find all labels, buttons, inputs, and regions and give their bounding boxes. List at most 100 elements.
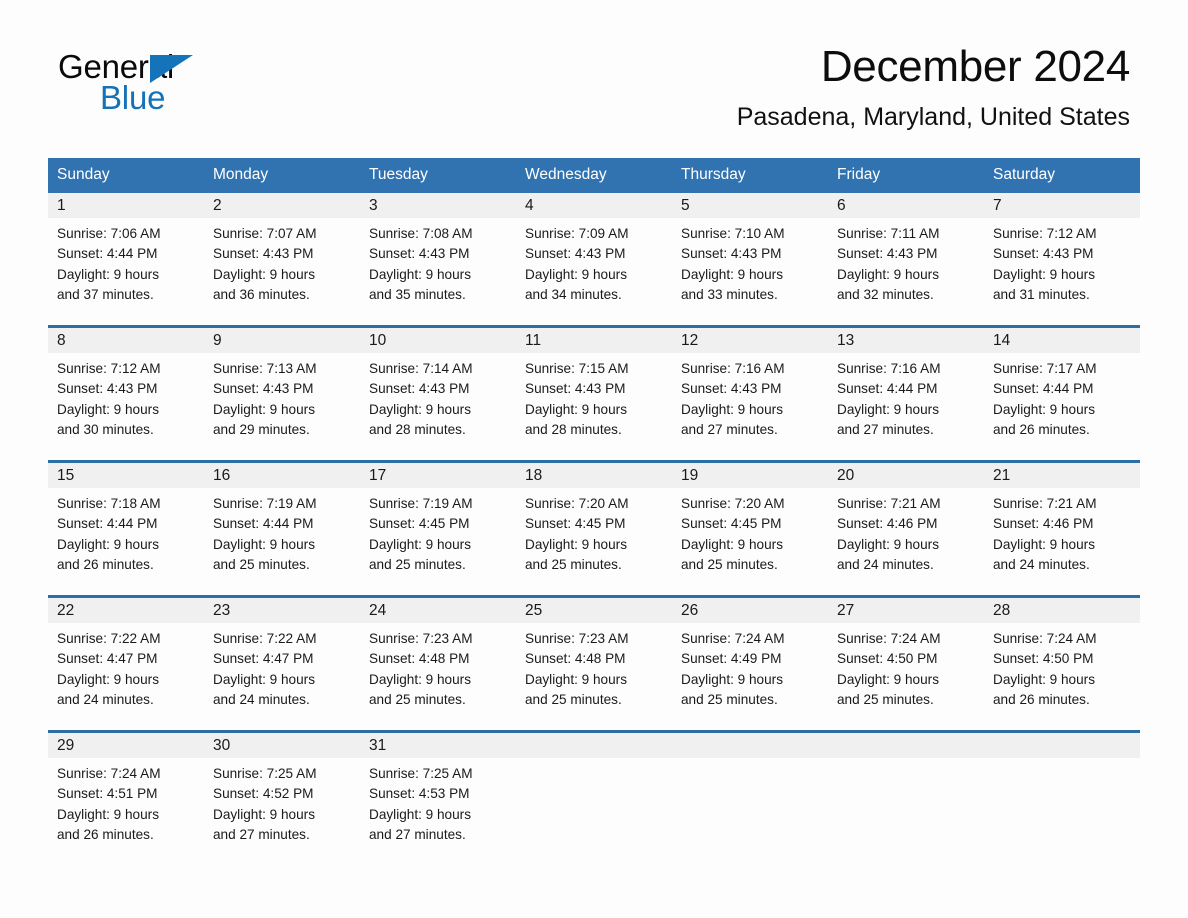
day-number: 13: [828, 328, 984, 353]
day-number: [672, 733, 828, 758]
calendar-day[interactable]: 15 Sunrise: 7:18 AM Sunset: 4:44 PM Dayligh…: [48, 463, 204, 595]
calendar-day[interactable]: 22 Sunrise: 7:22 AM Sunset: 4:47 PM Dayligh…: [48, 598, 204, 730]
day-details: Sunrise: 7:08 AM Sunset: 4:43 PM Daylight:…: [360, 218, 516, 305]
sunset-text: Sunset: 4:46 PM: [993, 516, 1094, 532]
calendar-day[interactable]: 10 Sunrise: 7:14 AM Sunset: 4:43 PM Dayligh…: [360, 328, 516, 460]
calendar-day[interactable]: 19 Sunrise: 7:20 AM Sunset: 4:45 PM Dayligh…: [672, 463, 828, 595]
day-number: 11: [516, 328, 672, 353]
day-number: 18: [516, 463, 672, 488]
calendar-day[interactable]: 31 Sunrise: 7:25 AM Sunset: 4:53 PM Dayligh…: [360, 733, 516, 865]
calendar-day[interactable]: 13 Sunrise: 7:16 AM Sunset: 4:44 PM Dayligh…: [828, 328, 984, 460]
daylight-text-line2: and 27 minutes.: [681, 421, 778, 437]
calendar-day-empty: [672, 733, 828, 865]
day-number: 3: [360, 193, 516, 218]
day-details: Sunrise: 7:22 AM Sunset: 4:47 PM Daylight:…: [204, 623, 360, 710]
calendar-day[interactable]: 9 Sunrise: 7:13 AM Sunset: 4:43 PM Daylight…: [204, 328, 360, 460]
calendar-day[interactable]: 12 Sunrise: 7:16 AM Sunset: 4:43 PM Dayligh…: [672, 328, 828, 460]
day-number: 30: [204, 733, 360, 758]
calendar-cell: 14 Sunrise: 7:17 AM Sunset: 4:44 PM Dayligh…: [984, 325, 1140, 462]
calendar-day[interactable]: 27 Sunrise: 7:24 AM Sunset: 4:50 PM Dayligh…: [828, 598, 984, 730]
sunset-text: Sunset: 4:43 PM: [993, 246, 1094, 262]
day-details: Sunrise: 7:24 AM Sunset: 4:50 PM Daylight:…: [828, 623, 984, 710]
calendar-day[interactable]: 21 Sunrise: 7:21 AM Sunset: 4:46 PM Dayligh…: [984, 463, 1140, 595]
day-number: 25: [516, 598, 672, 623]
daylight-text-line2: and 33 minutes.: [681, 286, 778, 302]
daylight-text-line1: Daylight: 9 hours: [993, 266, 1096, 282]
daylight-text-line2: and 25 minutes.: [681, 556, 778, 572]
weekday-header-sunday: Sunday: [48, 158, 204, 193]
daylight-text-line2: and 24 minutes.: [213, 691, 310, 707]
sunrise-text: Sunrise: 7:09 AM: [525, 226, 629, 241]
calendar-day[interactable]: 11 Sunrise: 7:15 AM Sunset: 4:43 PM Dayligh…: [516, 328, 672, 460]
calendar-day[interactable]: 29 Sunrise: 7:24 AM Sunset: 4:51 PM Dayligh…: [48, 733, 204, 865]
calendar-day[interactable]: 20 Sunrise: 7:21 AM Sunset: 4:46 PM Dayligh…: [828, 463, 984, 595]
day-number: 22: [48, 598, 204, 623]
location-subtitle: Pasadena, Maryland, United States: [736, 103, 1130, 131]
daylight-text-line1: Daylight: 9 hours: [681, 266, 784, 282]
sunset-text: Sunset: 4:44 PM: [993, 381, 1094, 397]
day-details: Sunrise: 7:12 AM Sunset: 4:43 PM Daylight:…: [48, 353, 204, 440]
sunrise-text: Sunrise: 7:08 AM: [369, 226, 473, 241]
calendar-cell: 18 Sunrise: 7:20 AM Sunset: 4:45 PM Dayligh…: [516, 460, 672, 597]
daylight-text-line1: Daylight: 9 hours: [681, 401, 784, 417]
calendar-day[interactable]: 17 Sunrise: 7:19 AM Sunset: 4:45 PM Dayligh…: [360, 463, 516, 595]
calendar-day[interactable]: 1 Sunrise: 7:06 AM Sunset: 4:44 PM Daylight…: [48, 193, 204, 325]
daylight-text-line2: and 28 minutes.: [369, 421, 466, 437]
daylight-text-line2: and 26 minutes.: [57, 826, 154, 842]
day-details: Sunrise: 7:11 AM Sunset: 4:43 PM Daylight:…: [828, 218, 984, 305]
day-details: Sunrise: 7:22 AM Sunset: 4:47 PM Daylight:…: [48, 623, 204, 710]
calendar-day[interactable]: 25 Sunrise: 7:23 AM Sunset: 4:48 PM Dayligh…: [516, 598, 672, 730]
calendar-day[interactable]: 3 Sunrise: 7:08 AM Sunset: 4:43 PM Daylight…: [360, 193, 516, 325]
calendar-day[interactable]: 18 Sunrise: 7:20 AM Sunset: 4:45 PM Dayligh…: [516, 463, 672, 595]
daylight-text-line2: and 27 minutes.: [837, 421, 934, 437]
calendar-cell: 30 Sunrise: 7:25 AM Sunset: 4:52 PM Dayligh…: [204, 730, 360, 865]
day-number: 28: [984, 598, 1140, 623]
daylight-text-line2: and 25 minutes.: [525, 691, 622, 707]
daylight-text-line1: Daylight: 9 hours: [57, 401, 160, 417]
sunrise-text: Sunrise: 7:24 AM: [57, 766, 161, 781]
calendar-day[interactable]: 2 Sunrise: 7:07 AM Sunset: 4:43 PM Daylight…: [204, 193, 360, 325]
calendar-day[interactable]: 28 Sunrise: 7:24 AM Sunset: 4:50 PM Dayligh…: [984, 598, 1140, 730]
calendar-cell: 4 Sunrise: 7:09 AM Sunset: 4:43 PM Daylight…: [516, 193, 672, 327]
calendar-cell: 31 Sunrise: 7:25 AM Sunset: 4:53 PM Dayligh…: [360, 730, 516, 865]
calendar-day[interactable]: 24 Sunrise: 7:23 AM Sunset: 4:48 PM Dayligh…: [360, 598, 516, 730]
calendar-day[interactable]: 6 Sunrise: 7:11 AM Sunset: 4:43 PM Daylight…: [828, 193, 984, 325]
day-details: Sunrise: 7:18 AM Sunset: 4:44 PM Daylight:…: [48, 488, 204, 575]
day-number: 8: [48, 328, 204, 353]
calendar-table: Sunday Monday Tuesday Wednesday Thursday…: [48, 158, 1140, 865]
sunset-text: Sunset: 4:43 PM: [369, 381, 470, 397]
day-details: Sunrise: 7:19 AM Sunset: 4:45 PM Daylight:…: [360, 488, 516, 575]
calendar-day[interactable]: 26 Sunrise: 7:24 AM Sunset: 4:49 PM Dayligh…: [672, 598, 828, 730]
day-number: 16: [204, 463, 360, 488]
day-details: Sunrise: 7:09 AM Sunset: 4:43 PM Daylight:…: [516, 218, 672, 305]
day-number: 26: [672, 598, 828, 623]
calendar-cell: 19 Sunrise: 7:20 AM Sunset: 4:45 PM Dayligh…: [672, 460, 828, 597]
calendar-day[interactable]: 16 Sunrise: 7:19 AM Sunset: 4:44 PM Dayligh…: [204, 463, 360, 595]
day-details: Sunrise: 7:21 AM Sunset: 4:46 PM Daylight:…: [828, 488, 984, 575]
calendar-cell: 10 Sunrise: 7:14 AM Sunset: 4:43 PM Dayligh…: [360, 325, 516, 462]
calendar-day[interactable]: 5 Sunrise: 7:10 AM Sunset: 4:43 PM Daylight…: [672, 193, 828, 325]
sunset-text: Sunset: 4:53 PM: [369, 786, 470, 802]
sunset-text: Sunset: 4:45 PM: [681, 516, 782, 532]
weekday-header-row: Sunday Monday Tuesday Wednesday Thursday…: [48, 158, 1140, 193]
day-number: 4: [516, 193, 672, 218]
calendar-day[interactable]: 4 Sunrise: 7:09 AM Sunset: 4:43 PM Daylight…: [516, 193, 672, 325]
sunrise-text: Sunrise: 7:24 AM: [993, 631, 1097, 646]
logo-bottom-row: Blue: [58, 80, 298, 116]
day-number: 6: [828, 193, 984, 218]
day-number: 31: [360, 733, 516, 758]
sunrise-text: Sunrise: 7:12 AM: [57, 361, 161, 376]
day-number: 29: [48, 733, 204, 758]
calendar-day[interactable]: 8 Sunrise: 7:12 AM Sunset: 4:43 PM Daylight…: [48, 328, 204, 460]
calendar-day[interactable]: 30 Sunrise: 7:25 AM Sunset: 4:52 PM Dayligh…: [204, 733, 360, 865]
day-number: 27: [828, 598, 984, 623]
calendar-container: Sunday Monday Tuesday Wednesday Thursday…: [48, 158, 1140, 865]
sunset-text: Sunset: 4:48 PM: [525, 651, 626, 667]
calendar-day[interactable]: 23 Sunrise: 7:22 AM Sunset: 4:47 PM Dayligh…: [204, 598, 360, 730]
calendar-cell: 29 Sunrise: 7:24 AM Sunset: 4:51 PM Dayligh…: [48, 730, 204, 865]
calendar-day[interactable]: 14 Sunrise: 7:17 AM Sunset: 4:44 PM Dayligh…: [984, 328, 1140, 460]
calendar-day[interactable]: 7 Sunrise: 7:12 AM Sunset: 4:43 PM Daylight…: [984, 193, 1140, 325]
calendar-cell: 16 Sunrise: 7:19 AM Sunset: 4:44 PM Dayligh…: [204, 460, 360, 597]
general-blue-logo[interactable]: General Blue: [58, 48, 298, 122]
sunset-text: Sunset: 4:43 PM: [57, 381, 158, 397]
